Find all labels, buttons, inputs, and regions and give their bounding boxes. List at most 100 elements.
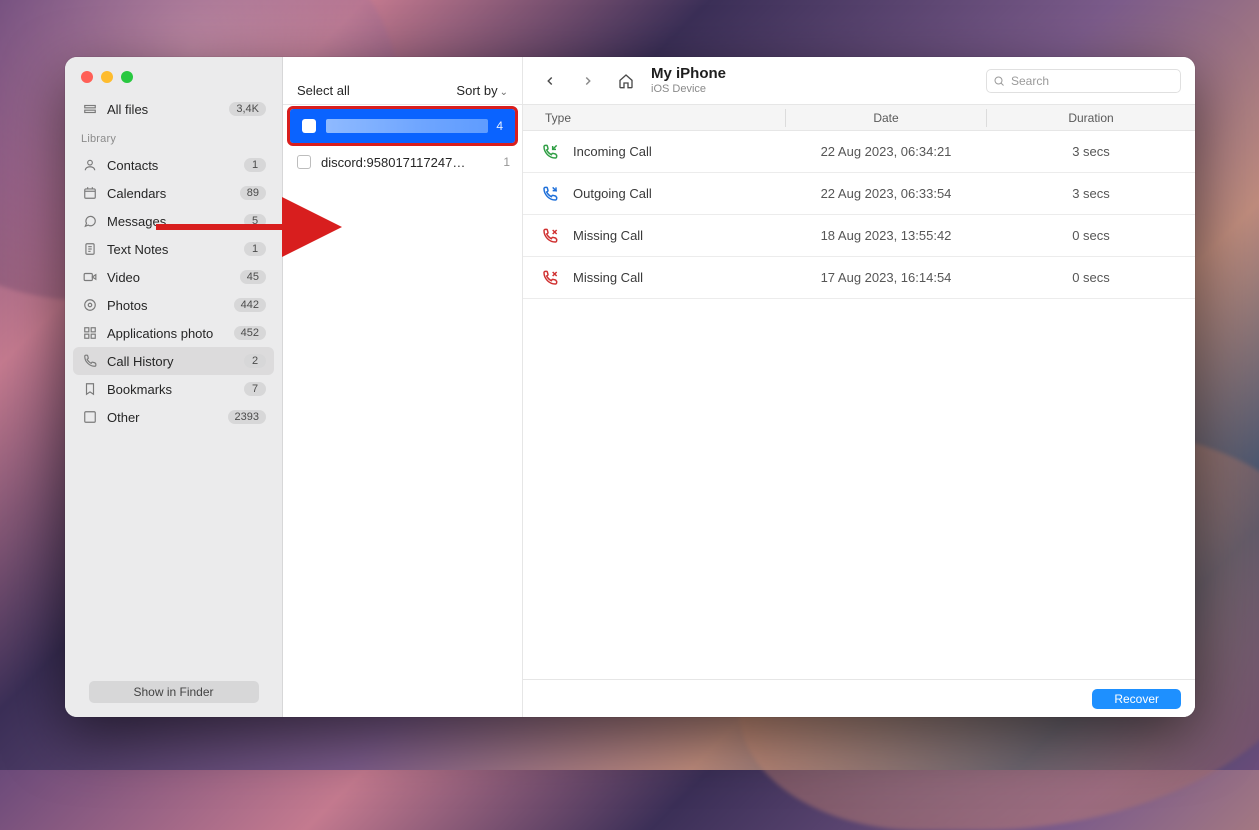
nav-forward-button[interactable] bbox=[575, 68, 601, 94]
call-duration: 0 secs bbox=[987, 270, 1195, 285]
stack-icon bbox=[81, 102, 99, 116]
table-row[interactable]: Incoming Call22 Aug 2023, 06:34:213 secs bbox=[523, 131, 1195, 173]
table-body: Incoming Call22 Aug 2023, 06:34:213 secs… bbox=[523, 131, 1195, 679]
contact-list-item[interactable]: 4 bbox=[290, 109, 515, 143]
contact-name: discord:958017117247… bbox=[321, 155, 495, 170]
contact-list: 4 discord:958017117247…1 bbox=[283, 105, 522, 717]
call-date: 22 Aug 2023, 06:34:21 bbox=[786, 144, 986, 159]
sidebar-item-all-files[interactable]: All files 3,4K bbox=[73, 95, 274, 123]
sidebar-item-label: Video bbox=[107, 270, 240, 285]
call-type-label: Missing Call bbox=[573, 228, 643, 243]
text-notes-icon bbox=[81, 242, 99, 256]
sidebar: All files 3,4K Library Contacts1Calendar… bbox=[65, 57, 283, 717]
call-type-label: Incoming Call bbox=[573, 144, 652, 159]
missed-call-icon bbox=[541, 270, 559, 286]
checkbox[interactable] bbox=[302, 119, 316, 133]
call-type-label: Outgoing Call bbox=[573, 186, 652, 201]
call-duration: 0 secs bbox=[987, 228, 1195, 243]
sidebar-item-contacts[interactable]: Contacts1 bbox=[73, 151, 274, 179]
select-all-button[interactable]: Select all bbox=[297, 83, 350, 98]
photos-icon bbox=[81, 298, 99, 312]
contact-list-panel: Select all Sort by⌄ 4 discord:95801711724… bbox=[283, 57, 523, 717]
sidebar-section-header: Library bbox=[65, 123, 282, 147]
incoming-call-icon bbox=[541, 144, 559, 160]
call-date: 17 Aug 2023, 16:14:54 bbox=[786, 270, 986, 285]
sidebar-item-video[interactable]: Video45 bbox=[73, 263, 274, 291]
sidebar-item-label: All files bbox=[107, 102, 229, 117]
missed-call-icon bbox=[541, 228, 559, 244]
contact-name-redacted bbox=[326, 119, 488, 133]
close-window-button[interactable] bbox=[81, 71, 93, 83]
table-row[interactable]: Missing Call 17 Aug 2023, 16:14:540 secs bbox=[523, 257, 1195, 299]
column-header-type[interactable]: Type bbox=[523, 111, 785, 125]
sidebar-item-label: Applications photo bbox=[107, 326, 234, 341]
contact-call-count: 4 bbox=[496, 119, 503, 133]
messages-icon bbox=[81, 214, 99, 228]
main-panel: My iPhone iOS Device Search Type Date Du… bbox=[523, 57, 1195, 717]
sidebar-item-label: Call History bbox=[107, 354, 244, 369]
table-row[interactable]: Missing Call 18 Aug 2023, 13:55:420 secs bbox=[523, 215, 1195, 257]
sidebar-item-call-history[interactable]: Call History2 bbox=[73, 347, 274, 375]
title-block: My iPhone iOS Device bbox=[651, 66, 726, 96]
sidebar-badge: 1 bbox=[244, 158, 266, 172]
column-header-duration[interactable]: Duration bbox=[987, 111, 1195, 125]
sidebar-item-calendars[interactable]: Calendars89 bbox=[73, 179, 274, 207]
sort-by-button[interactable]: Sort by⌄ bbox=[456, 83, 508, 98]
calendars-icon bbox=[81, 186, 99, 200]
recover-button[interactable]: Recover bbox=[1092, 689, 1181, 709]
zoom-window-button[interactable] bbox=[121, 71, 133, 83]
sidebar-badge: 5 bbox=[244, 214, 266, 228]
checkbox[interactable] bbox=[297, 155, 311, 169]
sidebar-item-label: Text Notes bbox=[107, 242, 244, 257]
search-input[interactable]: Search bbox=[986, 69, 1181, 93]
contact-list-item[interactable]: discord:958017117247…1 bbox=[283, 145, 522, 179]
sidebar-badge: 2393 bbox=[228, 410, 266, 424]
page-subtitle: iOS Device bbox=[651, 83, 726, 95]
sidebar-badge: 45 bbox=[240, 270, 266, 284]
window-controls bbox=[65, 57, 282, 91]
sidebar-library-list: Contacts1Calendars89Messages5Text Notes1… bbox=[65, 147, 282, 431]
button-label: Recover bbox=[1114, 692, 1159, 706]
sidebar-item-applications-photo[interactable]: Applications photo452 bbox=[73, 319, 274, 347]
button-label: Show in Finder bbox=[133, 685, 213, 699]
show-in-finder-button[interactable]: Show in Finder bbox=[89, 681, 259, 703]
app-window: All files 3,4K Library Contacts1Calendar… bbox=[65, 57, 1195, 717]
table-row[interactable]: Outgoing Call22 Aug 2023, 06:33:543 secs bbox=[523, 173, 1195, 215]
call-type-label: Missing Call bbox=[573, 270, 643, 285]
sidebar-item-label: Contacts bbox=[107, 158, 244, 173]
sidebar-badge: 7 bbox=[244, 382, 266, 396]
table-header-row: Type Date Duration bbox=[523, 105, 1195, 131]
sidebar-item-label: Photos bbox=[107, 298, 234, 313]
applications-photo-icon bbox=[81, 326, 99, 340]
home-button[interactable] bbox=[613, 68, 639, 94]
other-icon bbox=[81, 410, 99, 424]
search-placeholder: Search bbox=[1011, 74, 1049, 88]
minimize-window-button[interactable] bbox=[101, 71, 113, 83]
contact-list-header: Select all Sort by⌄ bbox=[283, 57, 522, 105]
sidebar-item-label: Messages bbox=[107, 214, 244, 229]
call-date: 22 Aug 2023, 06:33:54 bbox=[786, 186, 986, 201]
sort-by-label: Sort by bbox=[456, 83, 497, 98]
call-date: 18 Aug 2023, 13:55:42 bbox=[786, 228, 986, 243]
video-icon bbox=[81, 270, 99, 284]
sidebar-badge: 89 bbox=[240, 186, 266, 200]
nav-back-button[interactable] bbox=[537, 68, 563, 94]
search-icon bbox=[993, 75, 1005, 87]
sidebar-item-photos[interactable]: Photos442 bbox=[73, 291, 274, 319]
sidebar-item-other[interactable]: Other2393 bbox=[73, 403, 274, 431]
column-header-date[interactable]: Date bbox=[786, 111, 986, 125]
sidebar-item-text-notes[interactable]: Text Notes1 bbox=[73, 235, 274, 263]
toolbar: My iPhone iOS Device Search bbox=[523, 57, 1195, 105]
sidebar-item-bookmarks[interactable]: Bookmarks7 bbox=[73, 375, 274, 403]
sidebar-badge: 442 bbox=[234, 298, 266, 312]
sidebar-badge: 2 bbox=[244, 354, 266, 368]
sidebar-item-messages[interactable]: Messages5 bbox=[73, 207, 274, 235]
call-history-icon bbox=[81, 354, 99, 368]
sidebar-item-label: Other bbox=[107, 410, 228, 425]
sidebar-badge: 452 bbox=[234, 326, 266, 340]
sidebar-badge: 3,4K bbox=[229, 102, 266, 116]
page-title: My iPhone bbox=[651, 66, 726, 83]
bookmarks-icon bbox=[81, 382, 99, 396]
sidebar-item-label: Calendars bbox=[107, 186, 240, 201]
outgoing-call-icon bbox=[541, 186, 559, 202]
